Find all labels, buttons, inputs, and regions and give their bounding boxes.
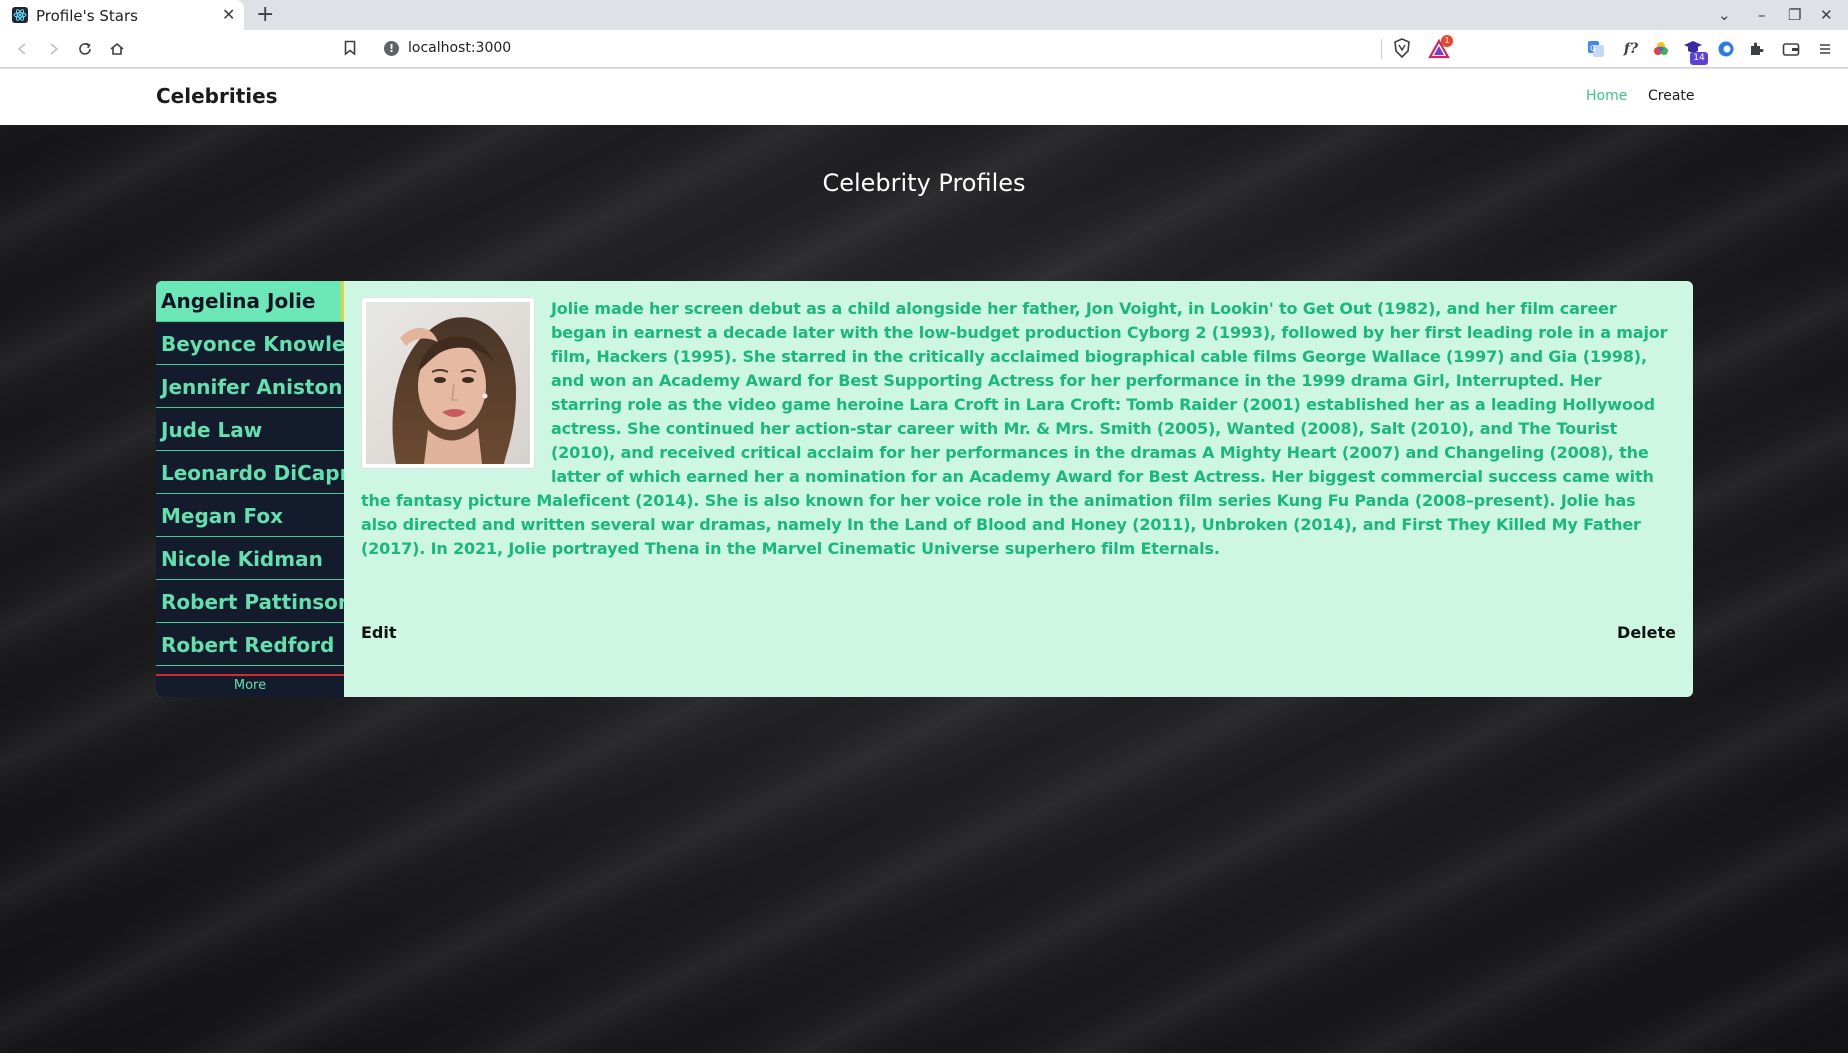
reload-icon[interactable]: [75, 39, 95, 59]
site-navbar: Celebrities Home Create: [0, 69, 1848, 125]
address-bar-url: localhost:3000: [408, 40, 512, 56]
translate-extension-icon[interactable]: G: [1585, 38, 1607, 60]
rewards-badge: 1: [1441, 35, 1453, 47]
minimize-icon[interactable]: –: [1758, 6, 1766, 24]
sidebar-item-robert-redford[interactable]: Robert Redford: [156, 625, 344, 666]
sidebar-item-nicole-kidman[interactable]: Nicole Kidman: [156, 539, 344, 580]
site-brand[interactable]: Celebrities: [156, 84, 278, 108]
profile-card: Angelina Jolie Beyonce Knowles Jennifer …: [156, 281, 1693, 697]
profile-photo: [361, 297, 535, 469]
font-finder-extension-icon[interactable]: f?: [1620, 38, 1642, 60]
profile-bio: Jolie made her screen debut as a child a…: [361, 299, 1668, 558]
sidebar-item-beyonce-knowles[interactable]: Beyonce Knowles: [156, 324, 344, 365]
sidebar-item-jude-law[interactable]: Jude Law: [156, 410, 344, 451]
sidebar-item-megan-fox[interactable]: Megan Fox: [156, 496, 344, 537]
forward-icon[interactable]: [44, 39, 64, 59]
tab-search-chevron-icon[interactable]: ⌄: [1718, 6, 1731, 24]
page-viewport: Celebrities Home Create Celebrity Profil…: [0, 69, 1848, 1053]
browser-toolbar: ! localhost:3000 1 G f? 14: [0, 30, 1848, 68]
tab-close-icon[interactable]: ✕: [222, 5, 235, 25]
edge-extension-icon[interactable]: [1715, 38, 1737, 60]
brave-shields-icon[interactable]: [1393, 38, 1411, 58]
extensions-puzzle-icon[interactable]: [1746, 38, 1768, 60]
address-bar[interactable]: ! localhost:3000: [372, 35, 1382, 63]
back-icon[interactable]: [12, 39, 32, 59]
nav-create-link[interactable]: Create: [1648, 88, 1695, 104]
sidebar-item-leonardo-dicaprio[interactable]: Leonardo DiCaprio: [156, 453, 344, 494]
svg-text:G: G: [1590, 44, 1596, 53]
site-info-icon[interactable]: !: [384, 41, 399, 56]
wallet-icon[interactable]: [1780, 38, 1802, 60]
tab-title: Profile's Stars: [36, 7, 138, 25]
new-tab-icon[interactable]: +: [256, 3, 274, 27]
delete-button[interactable]: Delete: [1617, 623, 1676, 642]
profile-actions: Edit Delete: [361, 623, 1676, 645]
nav-home-link[interactable]: Home: [1586, 88, 1627, 104]
page-title: Celebrity Profiles: [822, 169, 1026, 197]
react-favicon-icon: [12, 7, 28, 23]
more-divider: [156, 674, 344, 676]
sidebar-item-angelina-jolie[interactable]: Angelina Jolie: [156, 281, 344, 322]
celebrity-sidebar: Angelina Jolie Beyonce Knowles Jennifer …: [156, 281, 344, 697]
home-icon[interactable]: [107, 39, 127, 59]
sidebar-item-robert-pattinson[interactable]: Robert Pattinson: [156, 582, 344, 623]
address-bar-divider: [1381, 39, 1382, 59]
sidebar-item-jennifer-aniston[interactable]: Jennifer Aniston: [156, 367, 344, 408]
browser-tab[interactable]: Profile's Stars ✕: [0, 0, 244, 30]
browser-tab-strip: Profile's Stars ✕ + ⌄ – ❐ ✕: [0, 0, 1848, 30]
edit-button[interactable]: Edit: [361, 623, 397, 642]
browser-menu-icon[interactable]: [1814, 38, 1836, 60]
bookmark-icon[interactable]: [344, 40, 356, 56]
profile-content: Jolie made her screen debut as a child a…: [361, 297, 1676, 561]
restore-icon[interactable]: ❐: [1788, 6, 1801, 24]
window-close-icon[interactable]: ✕: [1820, 6, 1833, 24]
more-button[interactable]: More: [156, 677, 344, 695]
color-picker-extension-icon[interactable]: [1650, 38, 1672, 60]
extension-count-badge: 14: [1690, 52, 1708, 65]
